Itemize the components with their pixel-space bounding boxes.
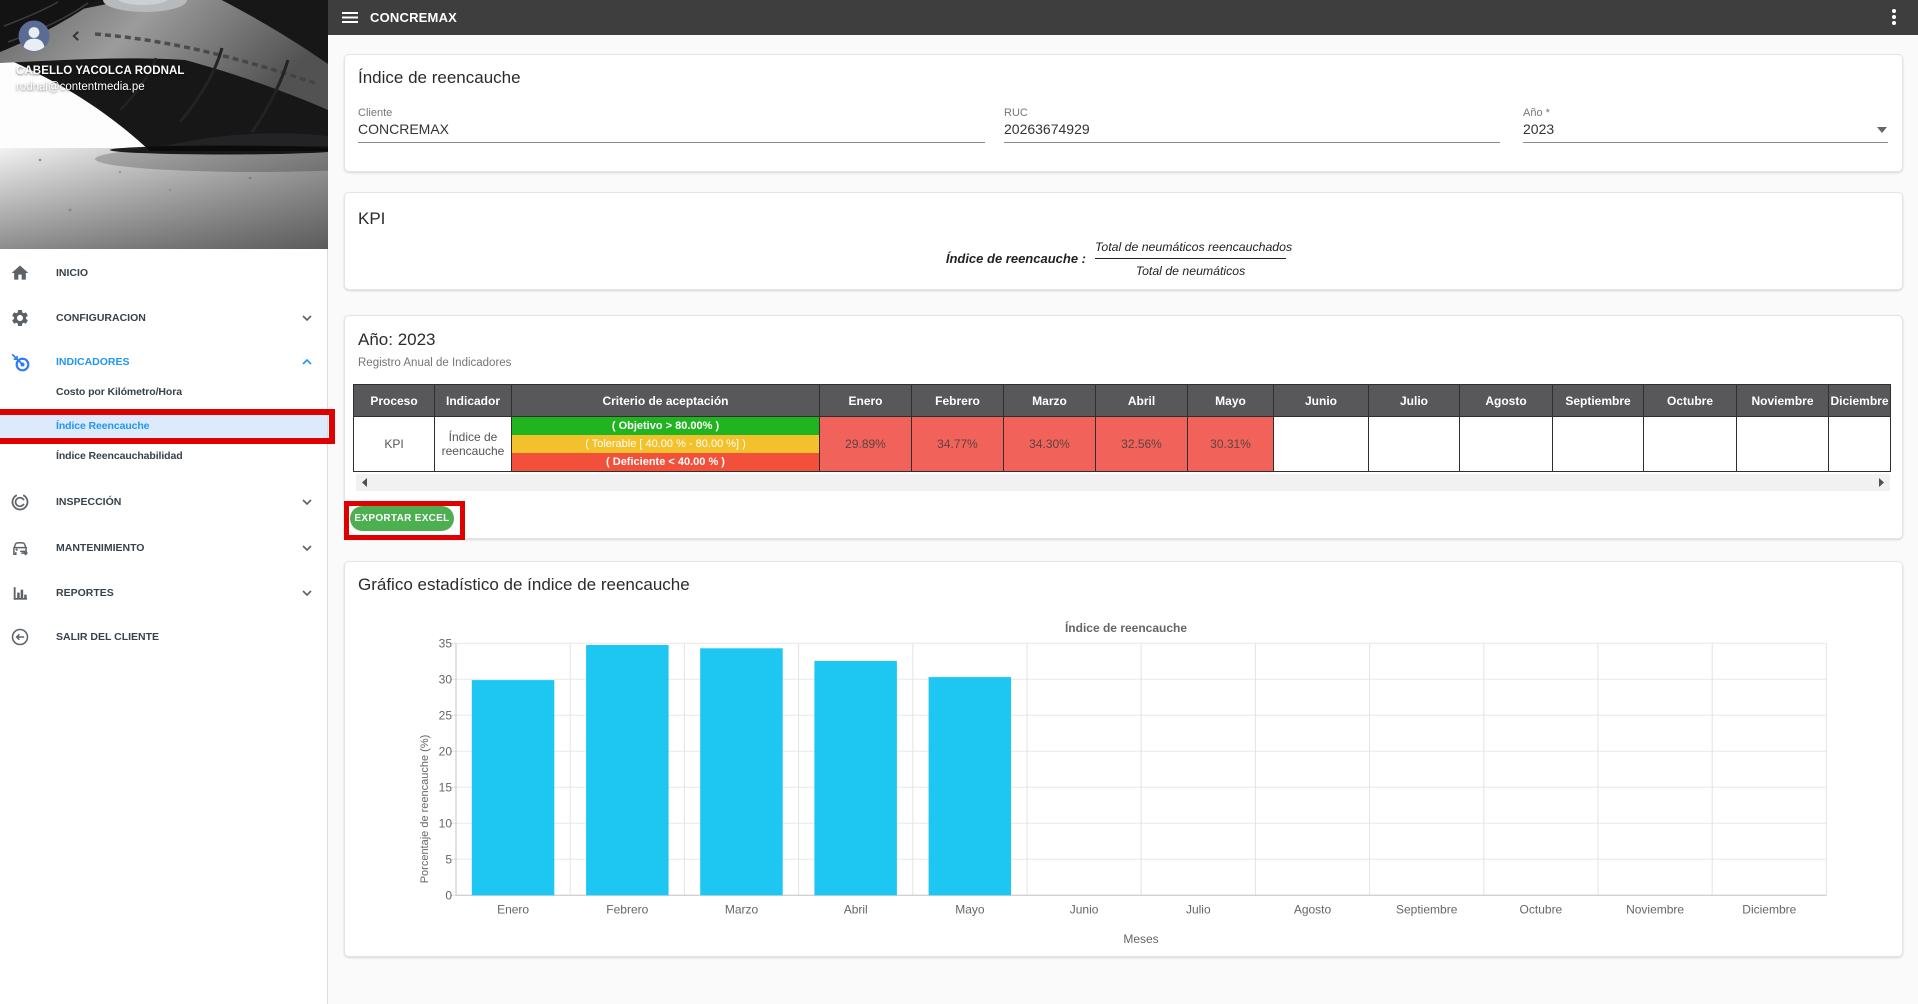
svg-text:Marzo: Marzo bbox=[725, 903, 759, 917]
svg-text:Porcentaje de reencauche (%): Porcentaje de reencauche (%) bbox=[419, 735, 431, 884]
svg-text:25: 25 bbox=[439, 708, 453, 722]
svg-text:Febrero: Febrero bbox=[606, 903, 648, 917]
svg-text:Julio: Julio bbox=[1186, 903, 1211, 917]
svg-text:5: 5 bbox=[445, 852, 452, 866]
svg-text:20: 20 bbox=[439, 744, 453, 758]
svg-text:Septiembre: Septiembre bbox=[1396, 903, 1458, 917]
svg-text:Junio: Junio bbox=[1070, 903, 1099, 917]
svg-text:Mayo: Mayo bbox=[955, 903, 985, 917]
svg-text:Noviembre: Noviembre bbox=[1626, 903, 1684, 917]
svg-text:Enero: Enero bbox=[497, 903, 529, 917]
svg-text:Diciembre: Diciembre bbox=[1742, 903, 1796, 917]
svg-text:0: 0 bbox=[445, 888, 452, 902]
svg-text:30: 30 bbox=[439, 672, 453, 686]
svg-text:Octubre: Octubre bbox=[1520, 903, 1563, 917]
svg-text:15: 15 bbox=[439, 780, 453, 794]
svg-text:35: 35 bbox=[439, 636, 453, 650]
svg-text:10: 10 bbox=[439, 816, 453, 830]
svg-text:Agosto: Agosto bbox=[1294, 903, 1332, 917]
svg-text:Abril: Abril bbox=[844, 903, 868, 917]
svg-text:Índice de reencauche: Índice de reencauche bbox=[1065, 620, 1187, 635]
svg-text:Meses: Meses bbox=[1123, 932, 1158, 946]
